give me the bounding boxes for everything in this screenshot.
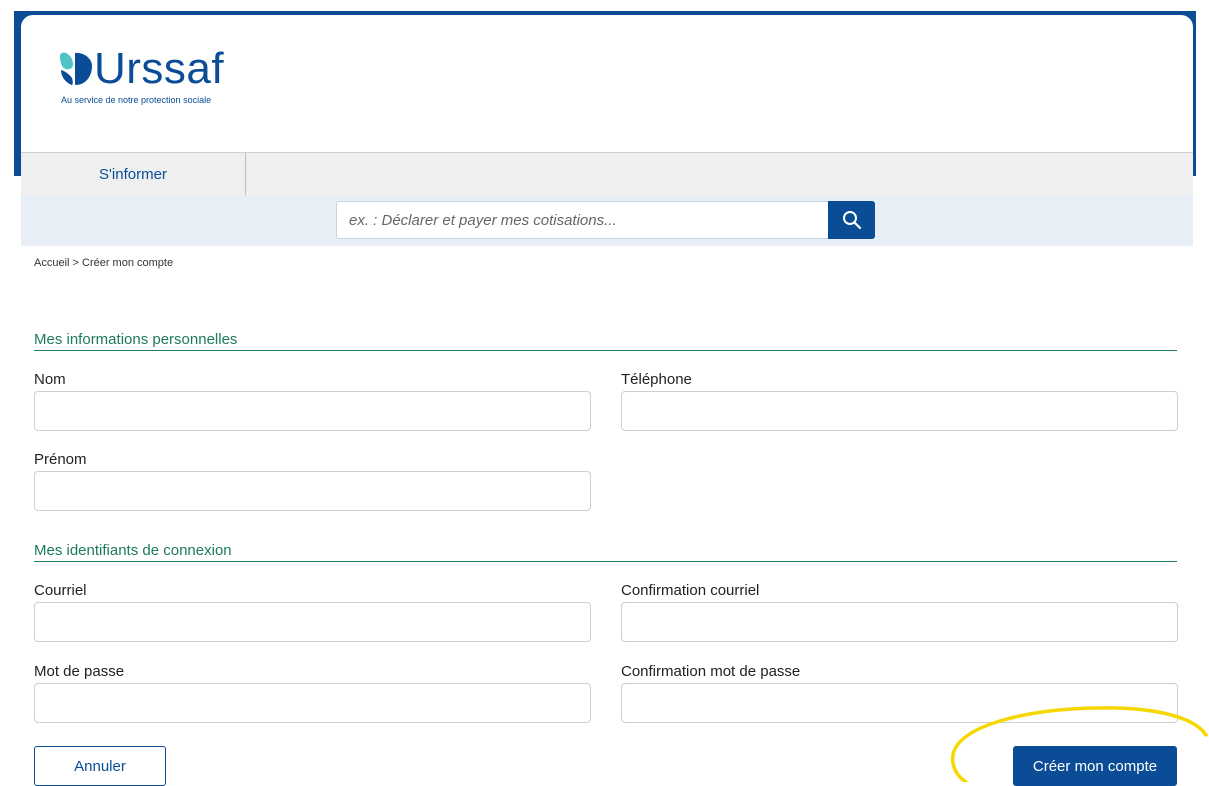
brand-tagline: Au service de notre protection sociale — [61, 95, 212, 105]
label-mot-de-passe: Mot de passe — [34, 663, 125, 680]
label-confirmation-mot-de-passe: Confirmation mot de passe — [621, 663, 801, 680]
label-confirmation-courriel: Confirmation courriel — [621, 582, 760, 599]
header-frame-left — [14, 11, 21, 176]
urssaf-logo-mark-icon — [60, 52, 92, 85]
section-title-login: Mes identifiants de connexion — [34, 542, 1177, 562]
mot-de-passe-input[interactable] — [34, 683, 591, 723]
brand-name: Urssaf — [94, 44, 225, 93]
search-button[interactable] — [828, 201, 875, 239]
urssaf-logo[interactable]: Urssaf Au service de notre protection so… — [58, 44, 258, 110]
courriel-input[interactable] — [34, 602, 591, 642]
search-input[interactable] — [336, 201, 829, 239]
confirmation-courriel-input[interactable] — [621, 602, 1178, 642]
search-icon — [842, 211, 861, 230]
telephone-input[interactable] — [621, 391, 1178, 431]
search-band — [21, 195, 1193, 246]
confirmation-mot-de-passe-input[interactable] — [621, 683, 1178, 723]
create-account-button[interactable]: Créer mon compte — [1013, 746, 1177, 786]
section-title-personal: Mes informations personnelles — [34, 331, 1177, 351]
nom-input[interactable] — [34, 391, 591, 431]
breadcrumb: Accueil > Créer mon compte — [34, 257, 174, 269]
label-nom: Nom — [34, 371, 66, 388]
label-prenom: Prénom — [34, 451, 87, 468]
label-telephone: Téléphone — [621, 371, 692, 388]
nav-item-sinformer[interactable]: S'informer — [21, 153, 246, 195]
label-courriel: Courriel — [34, 582, 87, 599]
prenom-input[interactable] — [34, 471, 591, 511]
cancel-button[interactable]: Annuler — [34, 746, 166, 786]
main-nav: S'informer — [21, 152, 1193, 196]
